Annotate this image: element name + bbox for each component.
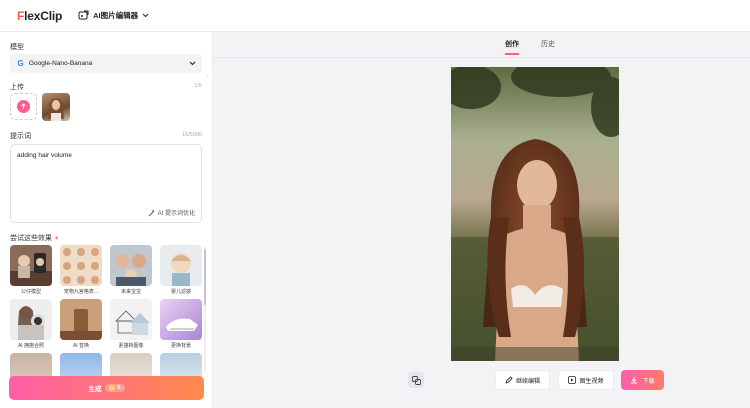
effect-caption: 婴儿滤镜 xyxy=(170,289,191,295)
effect-card[interactable]: AI 替换 xyxy=(60,299,102,349)
image-edit-icon xyxy=(78,10,89,20)
upload-label: 上传 xyxy=(10,84,24,91)
credit-value: 6 xyxy=(117,385,121,391)
app-switcher[interactable]: AI图片编辑器 xyxy=(78,10,149,21)
flexclip-logo[interactable]: FlexClip xyxy=(17,9,62,23)
effect-caption: 未来宝宝 xyxy=(120,289,141,295)
logo-text: lexClip xyxy=(24,8,63,23)
effect-caption: AI 替换 xyxy=(72,343,90,349)
video-icon xyxy=(568,376,577,384)
result-image[interactable] xyxy=(451,67,619,361)
effects-scrollbar-thumb[interactable] xyxy=(204,249,206,305)
effect-card[interactable]: 婴儿滤镜 xyxy=(160,245,202,295)
uploaded-image-thumb[interactable] xyxy=(42,93,70,121)
download-label: 下载 xyxy=(642,378,655,385)
effect-card[interactable]: 未来宝宝 xyxy=(110,245,152,295)
continue-edit-label: 继续编辑 xyxy=(515,378,540,385)
upload-icon xyxy=(17,100,30,113)
tabs-divider xyxy=(214,57,750,58)
effect-thumb xyxy=(60,299,102,340)
magic-wand-icon xyxy=(148,209,155,216)
prompt-text: adding hair volume xyxy=(17,152,72,159)
prompt-count: 16/5000 xyxy=(182,132,202,138)
download-button[interactable]: 下载 xyxy=(621,370,664,390)
effect-thumb xyxy=(10,245,52,286)
prompt-label: 提示词 xyxy=(10,133,31,140)
effect-thumb xyxy=(10,299,52,340)
ai-optimize-button[interactable]: AI 提示词优化 xyxy=(148,208,195,217)
image-to-video-button[interactable]: 图生视频 xyxy=(558,370,614,390)
effect-card[interactable]: 更换背景 xyxy=(160,299,202,349)
collapse-handle[interactable]: ‹ xyxy=(207,74,209,80)
edit-icon xyxy=(505,376,513,384)
prompt-textarea[interactable]: adding hair volume AI 提示词优化 xyxy=(10,144,202,223)
model-value: Google-Nano-Banana xyxy=(29,60,93,67)
chevron-down-icon xyxy=(142,13,149,18)
sidebar: ‹ 模型 G Google-Nano-Banana 上传 1/5 提示词 16/… xyxy=(0,32,213,408)
chevron-down-icon xyxy=(189,61,196,66)
credit-cost-badge: 6 xyxy=(105,384,125,392)
download-icon xyxy=(631,377,638,384)
effect-thumb xyxy=(110,299,152,340)
compare-button[interactable] xyxy=(408,372,424,388)
effect-caption: 宠物九宫格表... xyxy=(63,289,99,295)
coin-icon xyxy=(109,385,116,391)
upload-button[interactable] xyxy=(10,93,37,120)
effect-card[interactable]: 公仔模型 xyxy=(10,245,52,295)
effect-thumb xyxy=(160,299,202,340)
model-label: 模型 xyxy=(10,44,24,51)
sparkle-icon: ✦ xyxy=(53,236,59,242)
effect-caption: 更换背景 xyxy=(170,343,191,349)
image-to-video-label: 图生视频 xyxy=(579,378,604,385)
effect-thumb xyxy=(110,245,152,286)
effect-thumb xyxy=(60,245,102,286)
tab-history[interactable]: 历史 xyxy=(541,39,555,55)
effect-thumb xyxy=(160,245,202,286)
effect-caption: 公仔模型 xyxy=(20,289,41,295)
continue-edit-button[interactable]: 继续编辑 xyxy=(495,370,550,390)
generate-button[interactable]: 生成 6 xyxy=(9,376,204,400)
effect-card[interactable]: 宠物九宫格表... xyxy=(60,245,102,295)
main-tabs: 创作 历史 xyxy=(505,39,555,55)
compare-icon xyxy=(411,375,421,385)
effect-card[interactable]: AI 拥抱合照 xyxy=(10,299,52,349)
tab-create[interactable]: 创作 xyxy=(505,39,519,55)
effect-card[interactable]: 素描转图像 xyxy=(110,299,152,349)
upload-count: 1/5 xyxy=(194,83,202,89)
top-bar: FlexClip AI图片编辑器 xyxy=(0,0,750,32)
effect-caption: 素描转图像 xyxy=(118,343,144,349)
try-effects-label: 尝试这些效果 ✦ xyxy=(10,235,59,242)
optimize-label: AI 提示词优化 xyxy=(157,211,195,217)
effect-caption: AI 拥抱合照 xyxy=(17,343,45,349)
app-name: AI图片编辑器 xyxy=(93,11,139,20)
google-icon: G xyxy=(17,59,24,68)
model-select[interactable]: G Google-Nano-Banana xyxy=(10,54,202,73)
generate-label: 生成 xyxy=(88,386,102,393)
